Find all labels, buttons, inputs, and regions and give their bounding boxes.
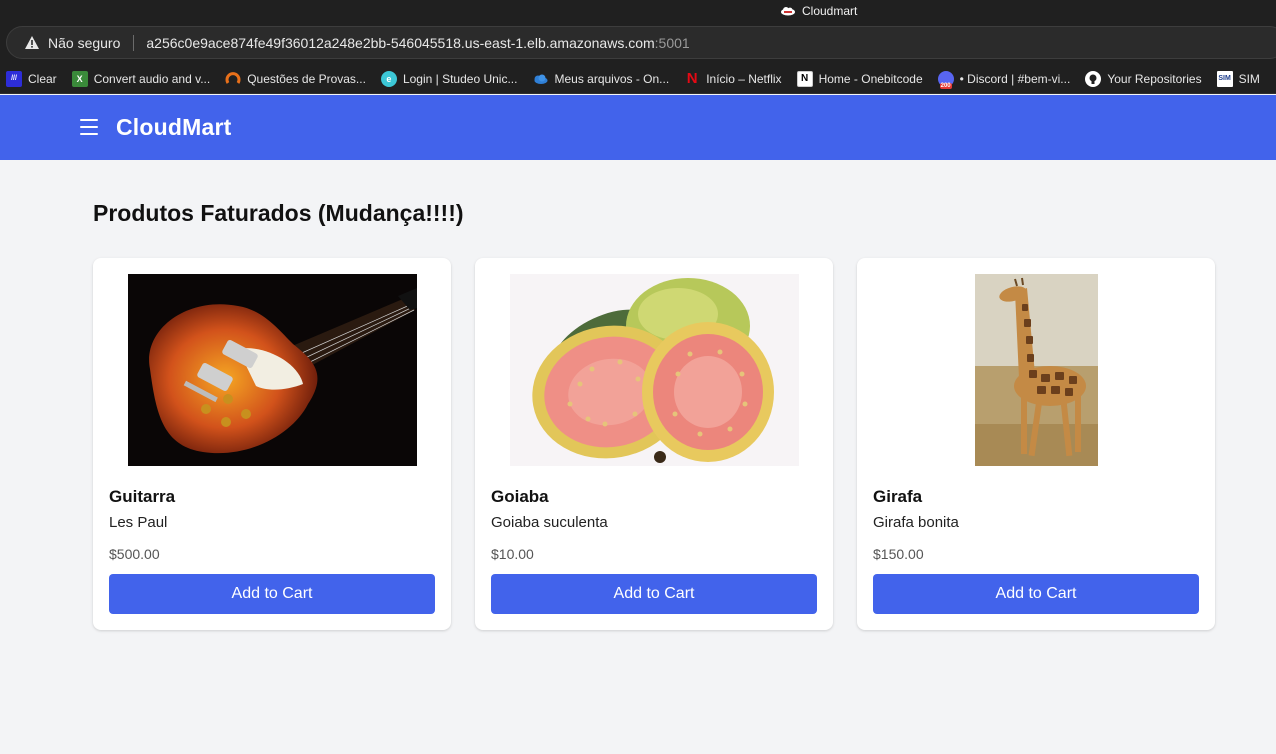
- bookmark-questoes[interactable]: Questões de Provas...: [225, 71, 366, 87]
- giraffe-image: [974, 274, 1098, 466]
- product-image: [109, 274, 435, 466]
- product-price: $500.00: [109, 546, 160, 562]
- bookmark-label: Convert audio and v...: [93, 71, 211, 86]
- product-card: Goiaba Goiaba suculenta $10.00 Add to Ca…: [475, 258, 833, 630]
- bookmark-label: Início – Netflix: [706, 71, 782, 86]
- add-to-cart-button[interactable]: Add to Cart: [491, 574, 817, 614]
- bookmarks-bar: /// Clear X Convert audio and v... Quest…: [0, 64, 1276, 94]
- product-name: Guitarra: [109, 487, 176, 506]
- product-card: Girafa Girafa bonita $150.00 Add to Cart: [857, 258, 1215, 630]
- bookmark-github[interactable]: Your Repositories: [1085, 70, 1202, 87]
- bookmark-label: Clear: [28, 71, 57, 86]
- browser-titlebar: Cloudmart: [0, 0, 1276, 22]
- github-icon: [1085, 70, 1102, 87]
- bookmark-label: • Discord | #bem-vi...: [959, 71, 1071, 86]
- bookmark-label: SIM: [1238, 71, 1260, 86]
- cloud-icon: [781, 7, 795, 16]
- product-description: Les Paul: [109, 514, 168, 531]
- clear-icon: ///: [6, 70, 22, 87]
- sim-icon: SIM: [1216, 70, 1233, 87]
- bookmark-onedrive[interactable]: Meus arquivos - On...: [532, 71, 669, 87]
- bookmark-discord[interactable]: 200 • Discord | #bem-vi...: [937, 70, 1071, 89]
- url-port[interactable]: :5001: [655, 35, 690, 51]
- bookmark-label: Login | Studeo Unic...: [402, 71, 518, 86]
- product-name: Goiaba: [491, 487, 549, 506]
- bookmark-label: Home - Onebitcode: [818, 71, 923, 86]
- page-title: Produtos Faturados (Mudança!!!!): [93, 200, 464, 226]
- questoes-icon: [225, 71, 241, 87]
- bookmark-clear[interactable]: /// Clear: [6, 70, 57, 87]
- bookmark-sim[interactable]: SIM SIM: [1216, 70, 1260, 87]
- address-bar-row: Não seguro a256c0e9ace874fe49f36012a248e…: [0, 22, 1276, 64]
- bookmark-label: Questões de Provas...: [247, 71, 366, 86]
- product-image: [491, 274, 817, 466]
- studeo-icon: e: [380, 70, 397, 87]
- onedrive-icon: [532, 71, 548, 87]
- product-description: Goiaba suculenta: [491, 514, 608, 531]
- bookmark-netflix[interactable]: N Início – Netflix: [684, 70, 782, 87]
- brand-logo[interactable]: CloudMart: [116, 114, 232, 141]
- product-price: $10.00: [491, 546, 534, 562]
- guava-fruit-image: [509, 274, 799, 466]
- address-bar[interactable]: Não seguro a256c0e9ace874fe49f36012a248e…: [6, 26, 1276, 59]
- discord-icon: 200: [937, 70, 954, 89]
- product-price: $150.00: [873, 546, 924, 562]
- add-to-cart-button[interactable]: Add to Cart: [109, 574, 435, 614]
- electric-guitar-image: [127, 274, 417, 466]
- product-name: Girafa: [873, 487, 923, 506]
- product-image: [873, 274, 1199, 466]
- product-description: Girafa bonita: [873, 514, 959, 531]
- browser-tab[interactable]: Cloudmart: [780, 0, 857, 22]
- product-card: Guitarra Les Paul $500.00 Add to Cart: [93, 258, 451, 630]
- address-divider: [133, 34, 135, 51]
- bookmark-convert[interactable]: X Convert audio and v...: [71, 70, 211, 87]
- tab-title-text: Cloudmart: [802, 4, 858, 18]
- hamburger-menu-icon[interactable]: [80, 119, 98, 135]
- convert-icon: X: [71, 70, 88, 87]
- security-status[interactable]: Não seguro: [48, 35, 120, 51]
- warning-icon[interactable]: [23, 35, 41, 51]
- bookmark-label: Your Repositories: [1107, 71, 1202, 86]
- app-header: CloudMart: [0, 95, 1276, 160]
- bookmark-studeo[interactable]: e Login | Studeo Unic...: [380, 70, 518, 87]
- add-to-cart-button[interactable]: Add to Cart: [873, 574, 1199, 614]
- url-text[interactable]: a256c0e9ace874fe49f36012a248e2bb-5460455…: [146, 35, 654, 51]
- bookmark-label: Meus arquivos - On...: [554, 71, 670, 86]
- notion-icon: N: [796, 70, 813, 87]
- netflix-icon: N: [686, 70, 698, 87]
- bookmark-onebitcode[interactable]: N Home - Onebitcode: [796, 70, 923, 87]
